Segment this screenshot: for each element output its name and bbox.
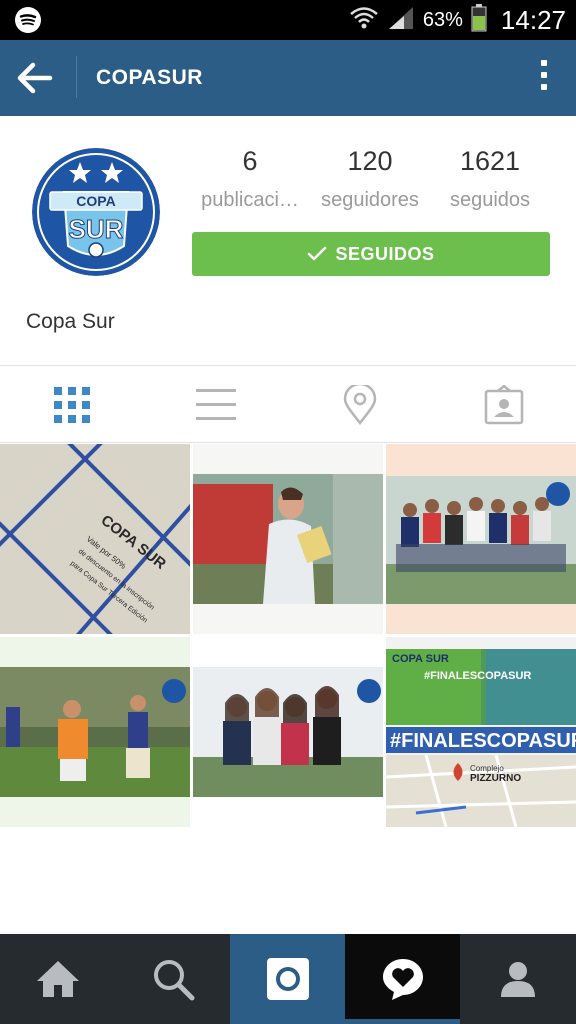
- following-button[interactable]: SEGUIDOS: [192, 232, 550, 276]
- location-pin-icon: [343, 385, 377, 425]
- hashtag-top: #FINALESCOPASUR: [424, 670, 531, 682]
- overflow-menu-button[interactable]: [534, 60, 554, 98]
- list-icon: [196, 389, 236, 420]
- hashtag-main: #FINALESCOPASUR: [390, 730, 576, 752]
- posts-label: publicaci…: [201, 189, 299, 211]
- following-count: 1621: [459, 146, 521, 176]
- search-icon: [153, 960, 194, 1001]
- grid-post-6[interactable]: COPA SUR #FINALESCOPASUR #FINALESCOPASUR…: [386, 637, 576, 827]
- profile-stats: 6 publicaci… 120 seguidores 1621 seguido…: [190, 146, 550, 226]
- profile-icon: [501, 962, 535, 997]
- status-bar: 63% 14:27: [0, 0, 576, 40]
- photo-grid: COPA SUR Vale por 50% de descuento en la…: [0, 444, 576, 828]
- followers-label: seguidores: [321, 189, 419, 211]
- nav-profile[interactable]: [460, 934, 576, 1024]
- checkmark-icon: [308, 246, 327, 261]
- post-thumbnail: [193, 444, 383, 634]
- post-thumbnail: [193, 637, 383, 827]
- profile-header: COPA SUR 6 publicaci… 120 seguidores 162…: [0, 116, 576, 366]
- map-place: PIZZURNO: [470, 773, 521, 784]
- tab-list[interactable]: [144, 367, 288, 443]
- following-label: seguidos: [449, 189, 531, 211]
- back-button[interactable]: [14, 58, 62, 98]
- grid-post-5[interactable]: [193, 637, 383, 827]
- profile-name: Copa Sur: [26, 310, 115, 333]
- clock: 14:27: [500, 4, 566, 35]
- post-thumbnail: COPA SUR #FINALESCOPASUR #FINALESCOPASUR…: [386, 637, 576, 827]
- battery-percent: 63%: [422, 8, 463, 31]
- grid-post-2[interactable]: [193, 444, 383, 634]
- posts-count: 6: [242, 146, 258, 176]
- post-header: COPA SUR: [392, 653, 449, 665]
- avatar[interactable]: COPA SUR: [32, 148, 160, 276]
- page-title: COPASUR: [96, 66, 203, 89]
- grid-post-3[interactable]: [386, 444, 576, 634]
- tab-grid[interactable]: [0, 367, 144, 443]
- menu-dot: [541, 60, 547, 66]
- grid-icon: [54, 387, 90, 423]
- active-tab-indicator: [345, 1019, 460, 1024]
- menu-dot: [541, 72, 547, 78]
- action-bar-divider: [76, 56, 77, 98]
- grid-post-1[interactable]: COPA SUR Vale por 50% de descuento en la…: [0, 444, 190, 634]
- stat-posts[interactable]: 6 publicaci…: [190, 146, 310, 212]
- profile-view-tabs: [0, 367, 576, 443]
- nav-home[interactable]: [0, 934, 115, 1024]
- home-icon: [36, 961, 79, 997]
- app-root: 63% 14:27 COPASUR COPA SUR 6 publicaci… …: [0, 0, 576, 1024]
- bottom-navigation: [0, 934, 576, 1024]
- avatar-text-copa: COPA: [76, 193, 115, 209]
- nav-search[interactable]: [115, 934, 230, 1024]
- stat-followers[interactable]: 120 seguidores: [310, 146, 430, 212]
- map-label: Complejo: [470, 764, 504, 773]
- back-arrow-icon: [17, 62, 53, 94]
- nav-camera[interactable]: [230, 934, 345, 1024]
- menu-dot: [541, 84, 547, 90]
- post-thumbnail: [0, 637, 190, 827]
- following-button-label: SEGUIDOS: [335, 243, 435, 264]
- news-heart-icon: [382, 959, 423, 1000]
- tab-map[interactable]: [288, 367, 432, 443]
- cell-signal-icon: [387, 5, 415, 36]
- stat-following[interactable]: 1621 seguidos: [430, 146, 550, 212]
- grid-post-4[interactable]: [0, 637, 190, 827]
- spotify-icon: [14, 6, 42, 39]
- camera-icon: [266, 958, 309, 1000]
- post-thumbnail: [386, 444, 576, 634]
- tab-tagged[interactable]: [432, 367, 576, 443]
- avatar-text-sur: SUR: [69, 214, 124, 244]
- battery-icon: [471, 3, 487, 37]
- tagged-photos-icon: [484, 385, 524, 425]
- post-thumbnail: COPA SUR Vale por 50% de descuento en la…: [0, 444, 190, 634]
- wifi-icon: [349, 5, 379, 36]
- followers-count: 120: [347, 146, 393, 176]
- action-bar: COPASUR: [0, 40, 576, 116]
- nav-news[interactable]: [345, 934, 460, 1024]
